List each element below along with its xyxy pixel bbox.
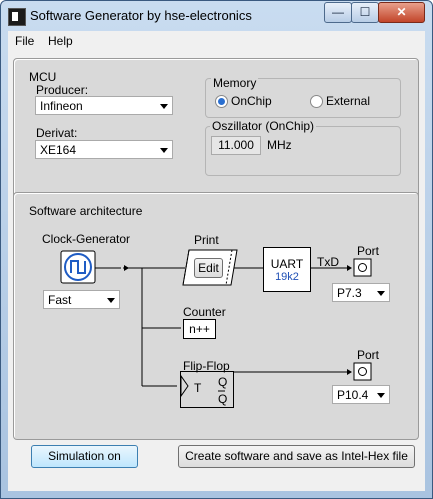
simulation-button[interactable]: Simulation on (31, 445, 138, 468)
uart-baud: 19k2 (275, 271, 299, 283)
client-area: File Help MCU Producer: Infineon Derivat… (8, 31, 425, 491)
uart-box: UART 19k2 (263, 247, 311, 292)
clock-generator-label: Clock-Generator (42, 232, 131, 246)
arrow-icon (347, 265, 352, 271)
chevron-down-icon (377, 291, 385, 296)
port2-select[interactable]: P10.4 (332, 385, 390, 404)
oscillator-label: Oszillator (OnChip) (210, 119, 317, 133)
app-icon (8, 8, 26, 26)
mcu-group-label: MCU (29, 70, 57, 84)
edit-button[interactable]: Edit (194, 258, 223, 278)
clock-speed-value: Fast (48, 293, 72, 307)
external-label: External (326, 94, 371, 108)
producer-value: Infineon (40, 99, 83, 113)
clock-speed-select[interactable]: Fast (43, 290, 120, 309)
app-window: Software Generator by hse-electronics — … (0, 0, 433, 499)
menu-help[interactable]: Help (48, 34, 73, 48)
architecture-panel: Software architecture Clock-Generator Fa… (13, 192, 419, 440)
flipflop-q: Q (218, 375, 228, 389)
port2-value: P10.4 (337, 388, 369, 402)
chevron-down-icon (160, 104, 168, 109)
print-label: Print (194, 233, 219, 247)
create-software-button[interactable]: Create software and save as Intel-Hex fi… (178, 445, 415, 468)
producer-select[interactable]: Infineon (35, 96, 173, 115)
maximize-button[interactable]: ☐ (351, 2, 379, 23)
derivat-label: Derivat: (36, 126, 78, 140)
oscillator-value: 11.000 (211, 136, 261, 155)
external-radio[interactable] (310, 95, 323, 108)
port1-icon (353, 258, 372, 277)
oscillator-unit: MHz (267, 138, 292, 152)
flipflop-box: T Q Q (180, 371, 234, 408)
port1-select[interactable]: P7.3 (332, 283, 390, 302)
derivat-select[interactable]: XE164 (35, 140, 173, 159)
port1-label: Port (357, 244, 380, 258)
port2-icon (353, 362, 372, 381)
title-bar: Software Generator by hse-electronics — … (1, 1, 432, 31)
port2-label: Port (357, 348, 380, 362)
onchip-label: OnChip (231, 94, 272, 108)
window-title: Software Generator by hse-electronics (30, 8, 252, 23)
uart-label: UART (270, 257, 304, 271)
derivat-value: XE164 (40, 143, 77, 157)
memory-label: Memory (211, 76, 259, 90)
flipflop-t: T (194, 381, 202, 395)
producer-label: Producer: (36, 83, 89, 97)
chevron-down-icon (107, 298, 115, 303)
port1-value: P7.3 (337, 286, 362, 300)
close-button[interactable]: ✕ (378, 2, 425, 23)
counter-label: Counter (183, 305, 226, 319)
chevron-down-icon (377, 393, 385, 398)
chevron-down-icon (160, 148, 168, 153)
counter-box: n++ (183, 319, 216, 339)
menu-file[interactable]: File (15, 34, 34, 48)
minimize-button[interactable]: — (324, 2, 352, 23)
arrow-icon (124, 265, 129, 271)
flipflop-qbar: Q (218, 392, 228, 406)
onchip-radio[interactable] (215, 95, 228, 108)
menu-bar: File Help (8, 31, 425, 51)
arrow-icon (347, 369, 352, 375)
txd-label: TxD (317, 255, 339, 269)
